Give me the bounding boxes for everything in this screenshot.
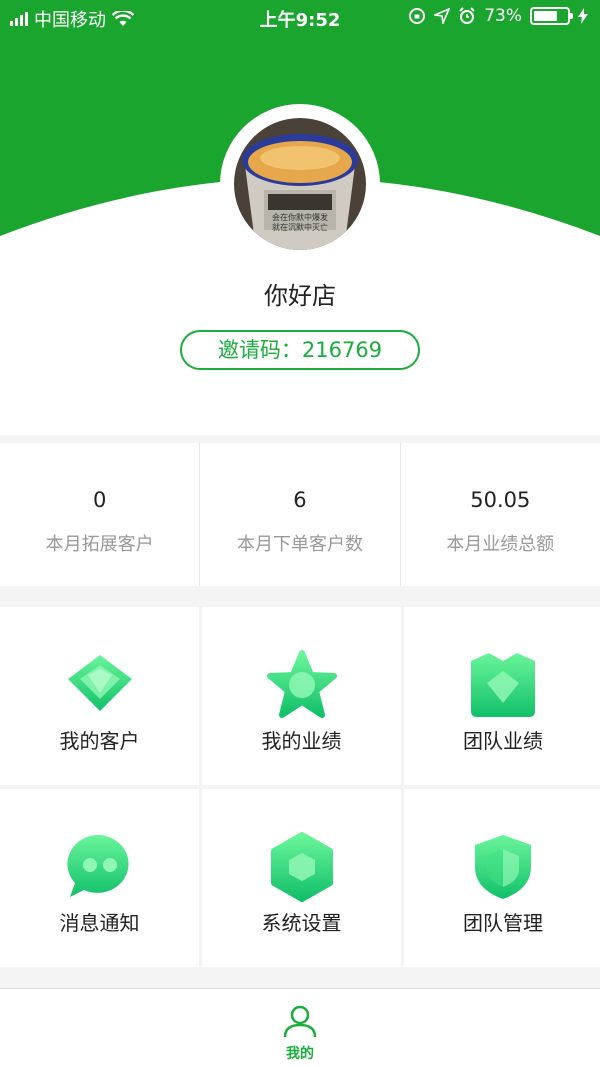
diamond-icon <box>67 655 132 711</box>
avatar-cup-text: 就在沉默中灭亡 <box>272 222 328 232</box>
stat-ordering-customers[interactable]: 6 本月下单客户数 <box>200 443 401 586</box>
store-name: 你好店 <box>264 282 336 310</box>
menu-item-my-customers[interactable]: 我的客户 <box>0 607 199 785</box>
menu-item-team-performance[interactable]: 团队业绩 <box>404 607 600 785</box>
menu-item-label: 我的客户 <box>59 729 140 753</box>
stat-label: 本月拓展客户 <box>45 534 154 555</box>
alarm-icon <box>459 7 475 24</box>
crown-icon <box>471 653 535 717</box>
stat-value: 50.05 <box>470 488 531 512</box>
tab-mine[interactable]: 我的 <box>260 997 340 1063</box>
chat-bubble-icon <box>66 834 129 897</box>
avatar-cup-text: 会在你默中爆发 <box>272 212 328 222</box>
location-icon <box>434 8 451 24</box>
hexagon-icon <box>270 832 333 902</box>
menu-item-system-settings[interactable]: 系统设置 <box>202 789 401 967</box>
bottom-tab-bar: 我的 <box>0 988 600 1067</box>
stat-value: 0 <box>92 488 107 512</box>
status-bar: 中国移动 上午9:52 73% <box>0 0 600 34</box>
orientation-lock-icon <box>409 8 426 24</box>
profile-header: 中国移动 上午9:52 73% 会在你默中爆发 就在沉默中灭亡 你好店 邀请码：… <box>0 0 600 435</box>
stat-total-performance[interactable]: 50.05 本月业绩总额 <box>401 443 600 586</box>
shield-icon <box>475 835 531 899</box>
stats-row: 0 本月拓展客户 6 本月下单客户数 50.05 本月业绩总额 <box>0 443 600 586</box>
menu-item-label: 团队业绩 <box>463 729 543 753</box>
stat-value: 6 <box>293 488 307 512</box>
menu-grid: 我的客户 我的业绩 团队业绩 消息通知 系统设置 团队管理 <box>0 607 600 967</box>
invite-code-badge[interactable]: 邀请码：216769 <box>180 330 420 370</box>
tab-label: 我的 <box>286 1046 314 1062</box>
stat-new-customers[interactable]: 0 本月拓展客户 <box>0 443 201 586</box>
charging-icon <box>578 8 588 24</box>
star-icon <box>266 650 337 718</box>
person-icon <box>283 1005 317 1038</box>
menu-item-label: 我的业绩 <box>261 729 342 753</box>
stat-label: 本月下单客户数 <box>236 534 363 555</box>
menu-item-label: 系统设置 <box>261 911 342 935</box>
profile-page: 中国移动 上午9:52 73% 会在你默中爆发 就在沉默中灭亡 你好店 邀请码：… <box>0 0 600 1067</box>
menu-item-team-management[interactable]: 团队管理 <box>404 789 600 967</box>
stat-label: 本月业绩总额 <box>446 534 555 555</box>
menu-item-label: 消息通知 <box>59 911 140 935</box>
menu-item-label: 团队管理 <box>463 911 543 935</box>
avatar[interactable]: 会在你默中爆发 就在沉默中灭亡 <box>234 118 366 250</box>
menu-item-notifications[interactable]: 消息通知 <box>0 789 199 967</box>
menu-item-my-performance[interactable]: 我的业绩 <box>202 607 401 785</box>
battery-icon <box>530 7 573 25</box>
battery-percent: 73% <box>484 6 522 26</box>
status-right: 73% <box>408 6 588 26</box>
